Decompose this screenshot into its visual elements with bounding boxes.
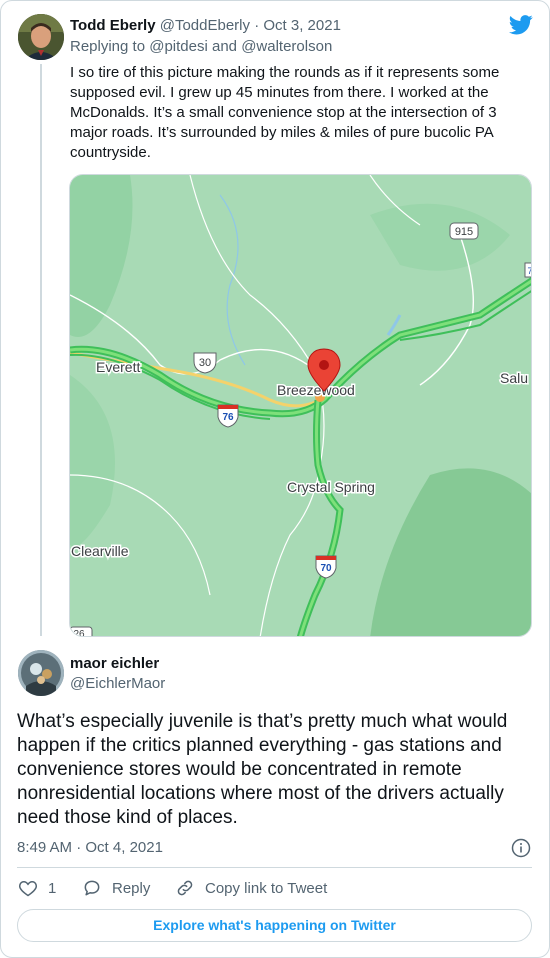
replying-and: and xyxy=(211,38,238,55)
avatar[interactable] xyxy=(18,650,64,696)
map-image[interactable]: 915 30 76 70 26 7 Everett Breezewood Cry… xyxy=(69,174,532,637)
place-label-breezewood: Breezewood xyxy=(277,382,355,398)
tweet1-header: Todd Eberly @ToddEberly · Oct 3, 2021 xyxy=(70,16,341,36)
copy-link-label: Copy link to Tweet xyxy=(205,879,328,897)
like-count: 1 xyxy=(48,879,57,897)
author-name[interactable]: maor eichler xyxy=(70,655,159,672)
replying-prefix: Replying to xyxy=(70,38,146,55)
like-button[interactable]: 1 xyxy=(18,878,56,898)
info-icon[interactable] xyxy=(511,838,531,858)
divider xyxy=(17,867,532,868)
interstate-shield-icon: 70 xyxy=(315,555,337,579)
tweet-body: What’s especially juvenile is that’s pre… xyxy=(17,711,508,828)
interstate-shield-icon: 76 xyxy=(217,404,239,428)
place-label-everett: Everett xyxy=(96,359,140,375)
mention-link[interactable]: @walterolson xyxy=(241,38,332,55)
state-route-shield-icon: 915 xyxy=(449,222,479,240)
thread-connector xyxy=(40,64,42,636)
shield-label: 7 xyxy=(527,266,532,276)
avatar-photo xyxy=(18,14,64,60)
author-handle[interactable]: @ToddEberly xyxy=(160,17,250,34)
separator-dot: · xyxy=(76,839,82,856)
reply-button[interactable]: Reply xyxy=(82,878,150,898)
reply-bubble-icon xyxy=(84,880,100,896)
tweet-date[interactable]: Oct 4, 2021 xyxy=(85,839,163,856)
heart-icon xyxy=(19,880,37,897)
separator-dot: · xyxy=(254,17,260,34)
explore-button[interactable]: Explore what's happening on Twitter xyxy=(17,909,532,942)
shield-label: 30 xyxy=(199,357,211,369)
shield-label: 70 xyxy=(320,563,332,574)
reply-label: Reply xyxy=(112,879,151,897)
author-name[interactable]: Todd Eberly xyxy=(70,17,156,34)
tweet-date[interactable]: Oct 3, 2021 xyxy=(263,17,341,34)
tweet-time[interactable]: 8:49 AM xyxy=(17,839,72,856)
avatar-photo xyxy=(18,650,64,696)
shield-label: 915 xyxy=(455,226,473,238)
avatar[interactable] xyxy=(18,14,64,60)
tweet-body: I so tire of this picture making the rou… xyxy=(70,64,500,161)
twitter-bird-icon[interactable] xyxy=(509,14,533,36)
shield-label: 76 xyxy=(222,412,234,423)
tweet-timestamp[interactable]: 8:49 AM · Oct 4, 2021 xyxy=(17,839,163,856)
copy-link-button[interactable]: Copy link to Tweet xyxy=(175,878,327,898)
map-graphic: 915 30 76 70 26 7 Everett Breezewood Cry… xyxy=(70,175,532,636)
interstate-shield-icon: 7 xyxy=(524,262,532,278)
link-icon xyxy=(177,880,193,896)
place-label-crystal-spring: Crystal Spring xyxy=(287,479,375,495)
place-label-salu: Salu xyxy=(500,370,528,386)
replying-to-line: Replying to @pitdesi and @walterolson xyxy=(70,38,332,55)
author-handle[interactable]: @EichlerMaor xyxy=(70,675,165,692)
us-route-shield-icon: 30 xyxy=(193,352,217,374)
mention-link[interactable]: @pitdesi xyxy=(149,38,208,55)
place-label-clearville: Clearville xyxy=(71,543,129,559)
